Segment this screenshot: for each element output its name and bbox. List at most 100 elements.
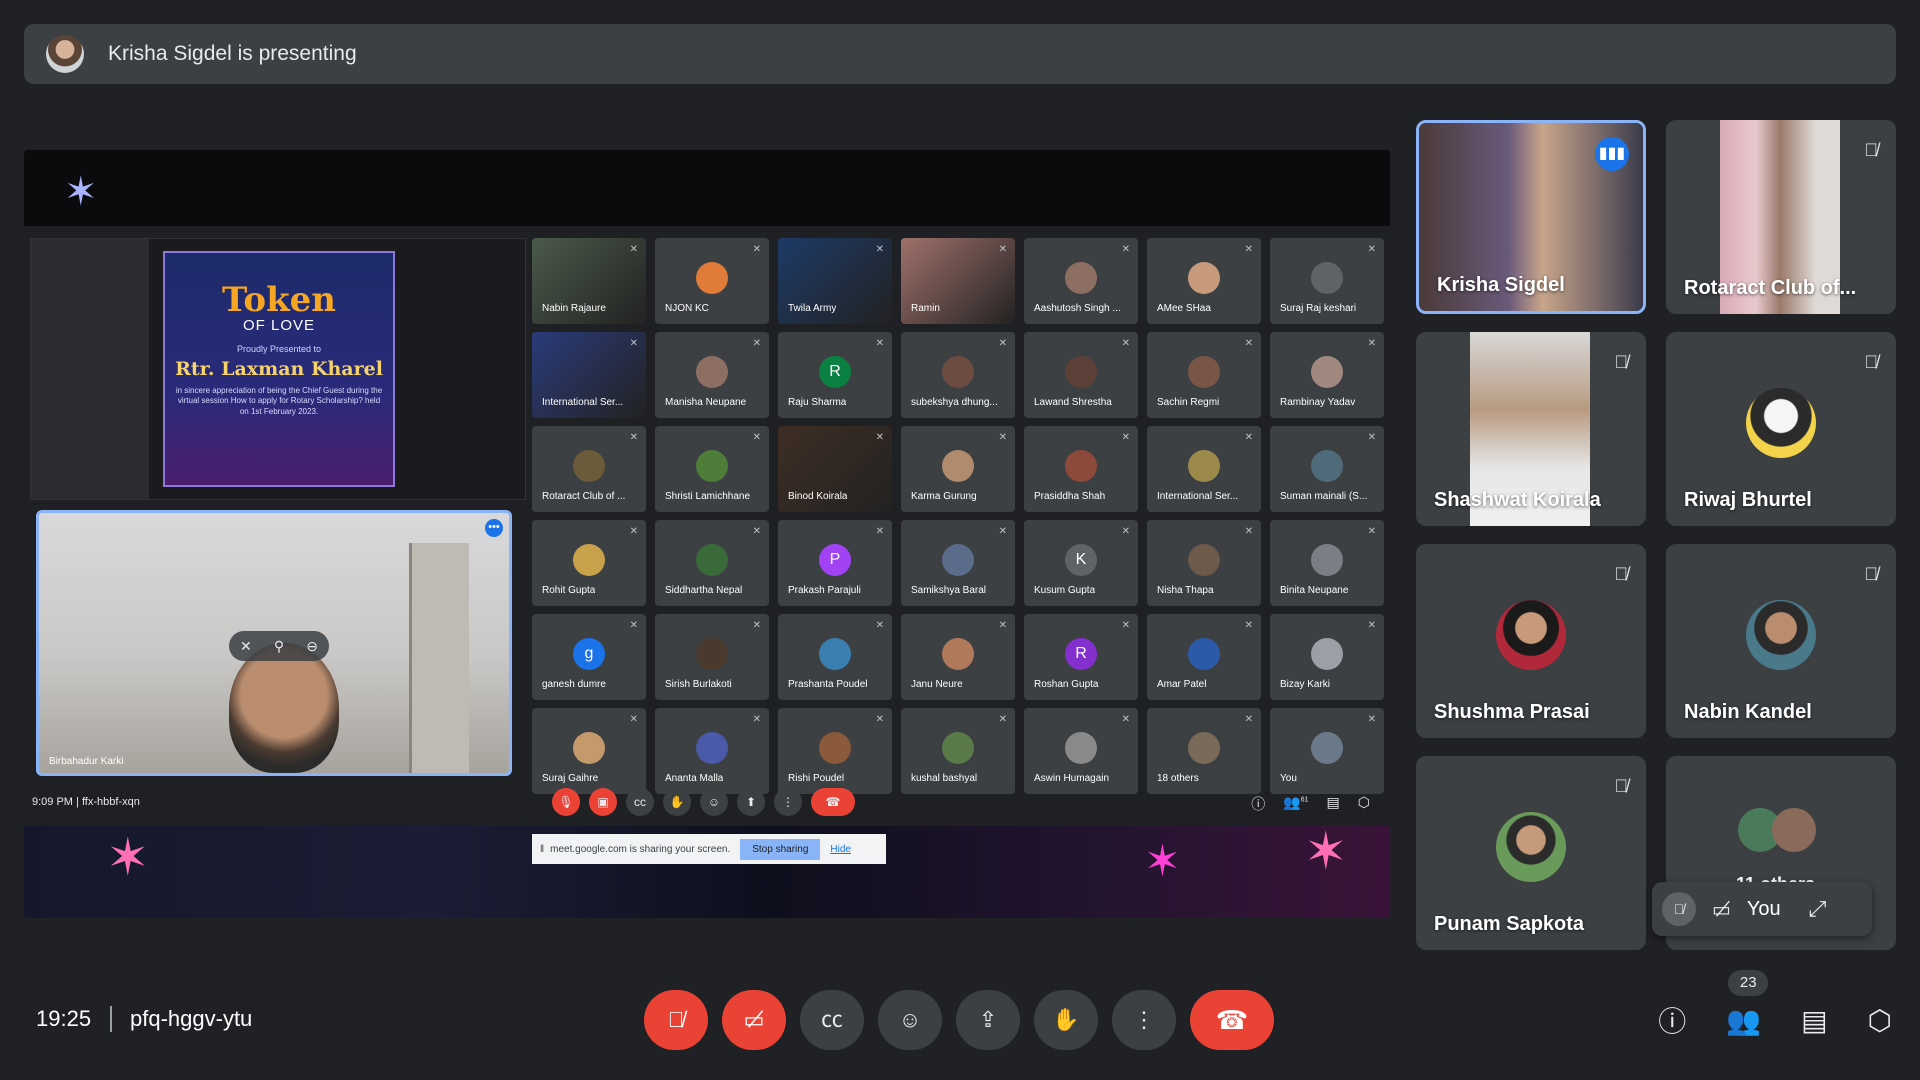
- mic-off-icon: ✕: [1121, 714, 1130, 725]
- token-of-love-slide: Token OF LOVE Proudly Presented to Rtr. …: [163, 251, 395, 487]
- participant-name: Roshan Gupta: [1034, 679, 1099, 690]
- participant-avatar: [1496, 600, 1566, 670]
- participant-avatar: [1188, 356, 1220, 388]
- shared-presentation-thumb: Token OF LOVE Proudly Presented to Rtr. …: [30, 238, 526, 500]
- participant-name: Suraj Raj keshari: [1280, 303, 1357, 314]
- mic-off-icon: ✕: [875, 526, 884, 537]
- participant-tile: ✕ Amar Patel: [1147, 614, 1261, 700]
- participant-avatar: [573, 450, 605, 482]
- shared-code: ffx-hbbf-xqn: [81, 796, 140, 808]
- mic-off-icon: 🎙̸: [1864, 140, 1879, 160]
- shared-time: 9:09 PM: [32, 796, 73, 808]
- meeting-time: 19:25: [36, 1006, 92, 1031]
- participant-avatar: [942, 732, 974, 764]
- tile-shashwat-koirala[interactable]: 🎙̸ Shashwat Koirala: [1416, 332, 1646, 526]
- mic-off-icon: ✕: [240, 637, 252, 654]
- participant-tile: ✕ Sachin Regmi: [1147, 332, 1261, 418]
- participant-tile: ✕ Siddhartha Nepal: [655, 520, 769, 606]
- shared-right-icons: ⓘ 👥61 ▤ ⬡: [1251, 794, 1370, 814]
- participant-avatar: [1311, 450, 1343, 482]
- mic-toggle-button[interactable]: 🎙̸: [644, 990, 708, 1050]
- participant-tile: K ✕ Kusum Gupta: [1024, 520, 1138, 606]
- activities-icon: ⬡: [1357, 794, 1370, 810]
- camera-off-icon: ▣: [589, 788, 617, 816]
- participant-name: Samikshya Baral: [911, 585, 987, 596]
- participant-name: Siddhartha Nepal: [665, 585, 743, 596]
- more-options-button[interactable]: ⋮: [1112, 990, 1176, 1050]
- mic-off-icon: ✕: [752, 714, 761, 725]
- presenter-avatar: [46, 35, 84, 73]
- tile-krisha-sigdel[interactable]: ▮▮▮ Krisha Sigdel: [1416, 120, 1646, 314]
- tile-shushma-prasai[interactable]: 🎙̸ Shushma Prasai: [1416, 544, 1646, 738]
- reactions-button[interactable]: ☺: [878, 990, 942, 1050]
- leave-call-button[interactable]: ☎: [1190, 990, 1274, 1050]
- participant-avatar: [1311, 732, 1343, 764]
- participant-name: AMee SHaa: [1157, 303, 1211, 314]
- participant-tile: ✕ Nabin Rajaure: [532, 238, 646, 324]
- meeting-details-button[interactable]: ⓘ: [1658, 1000, 1686, 1040]
- participant-count-badge: 23: [1728, 969, 1769, 996]
- mic-off-icon: ✕: [752, 338, 761, 349]
- participant-tile: ✕ Manisha Neupane: [655, 332, 769, 418]
- mic-off-icon: ✕: [1367, 714, 1376, 725]
- participant-name: subekshya dhung...: [911, 397, 998, 408]
- mic-off-icon[interactable]: 🎙̸: [1662, 892, 1696, 926]
- self-view-pill[interactable]: 🎙̸ ▭̸ You ⤢: [1652, 882, 1872, 936]
- shared-time-code: 9:09 PM | ffx-hbbf-xqn: [32, 796, 140, 808]
- present-icon: ⇪: [978, 1007, 998, 1032]
- side-panel-buttons: ⓘ 👥 23 ▤ ⬡: [1658, 969, 1892, 1040]
- camera-toggle-button[interactable]: ▭̸: [722, 990, 786, 1050]
- shared-screen[interactable]: ✶ Token OF LOVE Proudly Presented to Rtr…: [24, 150, 1390, 918]
- tile-rotaract-club[interactable]: 🎙̸ Rotaract Club of...: [1666, 120, 1896, 314]
- stop-sharing-button[interactable]: Stop sharing: [740, 838, 821, 860]
- participant-tile: ✕ Janu Neure: [901, 614, 1015, 700]
- participant-name: Shashwat Koirala: [1434, 489, 1601, 511]
- captions-button[interactable]: ㏄: [800, 990, 864, 1050]
- bottom-control-bar: 19:25 pfq-hggv-ytu 🎙̸ ▭̸ ㏄ ☺ ⇪ ✋ ⋮ ☎ ⓘ 👥…: [0, 969, 1920, 1060]
- mic-off-icon: ✕: [1367, 432, 1376, 443]
- tile-punam-sapkota[interactable]: 🎙̸ Punam Sapkota: [1416, 756, 1646, 950]
- mic-off-icon: ✕: [1367, 526, 1376, 537]
- camera-off-icon: ▭̸: [743, 1007, 765, 1032]
- hangup-icon: ☎: [1215, 1005, 1249, 1035]
- participant-name: Amar Patel: [1157, 679, 1207, 690]
- participant-name: Nisha Thapa: [1157, 585, 1214, 596]
- activities-icon: ⬡: [1867, 1004, 1892, 1036]
- mic-off-icon: ✕: [875, 432, 884, 443]
- chat-button[interactable]: ▤: [1801, 1004, 1827, 1037]
- raise-hand-button[interactable]: ✋: [1034, 990, 1098, 1050]
- remove-icon: ⊖: [306, 637, 318, 654]
- shared-control-bar: 9:09 PM | ffx-hbbf-xqn 🎙 ▣ cc ✋ ☺ ⬆ ⋮ ☎ …: [24, 782, 1390, 826]
- expand-icon[interactable]: ⤢: [1809, 896, 1827, 922]
- activities-button[interactable]: ⬡: [1868, 1004, 1892, 1037]
- participant-name: Bizay Karki: [1280, 679, 1331, 690]
- participant-avatar: [1746, 388, 1816, 458]
- participant-tile: P ✕ Prakash Parajuli: [778, 520, 892, 606]
- tile-riwaj-bhurtel[interactable]: 🎙̸ Riwaj Bhurtel: [1666, 332, 1896, 526]
- token-body: in sincere appreciation of being the Chi…: [175, 386, 383, 416]
- participant-avatar: [1188, 732, 1220, 764]
- participant-name: Aashutosh Singh ...: [1034, 303, 1121, 314]
- camera-off-icon[interactable]: ▭̸: [1712, 897, 1731, 922]
- participant-tile: ✕ Lawand Shrestha: [1024, 332, 1138, 418]
- mic-off-icon: ✕: [629, 432, 638, 443]
- pause-icon: ‖: [540, 843, 545, 855]
- present-button[interactable]: ⇪: [956, 990, 1020, 1050]
- more-icon: ⋮: [774, 788, 802, 816]
- participant-name: Suman mainali (S...: [1280, 491, 1368, 502]
- mic-off-icon: 🎙̸: [667, 1007, 685, 1032]
- tile-nabin-kandel[interactable]: 🎙̸ Nabin Kandel: [1666, 544, 1896, 738]
- participant-avatar: K: [1065, 544, 1097, 576]
- mic-off-icon: ✕: [752, 432, 761, 443]
- mic-off-icon: ✕: [998, 620, 1007, 631]
- participant-tile: ✕ Rohit Gupta: [532, 520, 646, 606]
- participant-tile: ✕ Nisha Thapa: [1147, 520, 1261, 606]
- participant-avatar: [696, 356, 728, 388]
- participant-tile: ✕ Karma Gurung: [901, 426, 1015, 512]
- participant-tile: ✕ Ramin: [901, 238, 1015, 324]
- participant-avatar: g: [573, 638, 605, 670]
- participant-avatar: [1311, 262, 1343, 294]
- people-button[interactable]: 👥 23: [1726, 969, 1769, 1037]
- participant-avatar: [573, 544, 605, 576]
- hide-link[interactable]: Hide: [830, 844, 851, 855]
